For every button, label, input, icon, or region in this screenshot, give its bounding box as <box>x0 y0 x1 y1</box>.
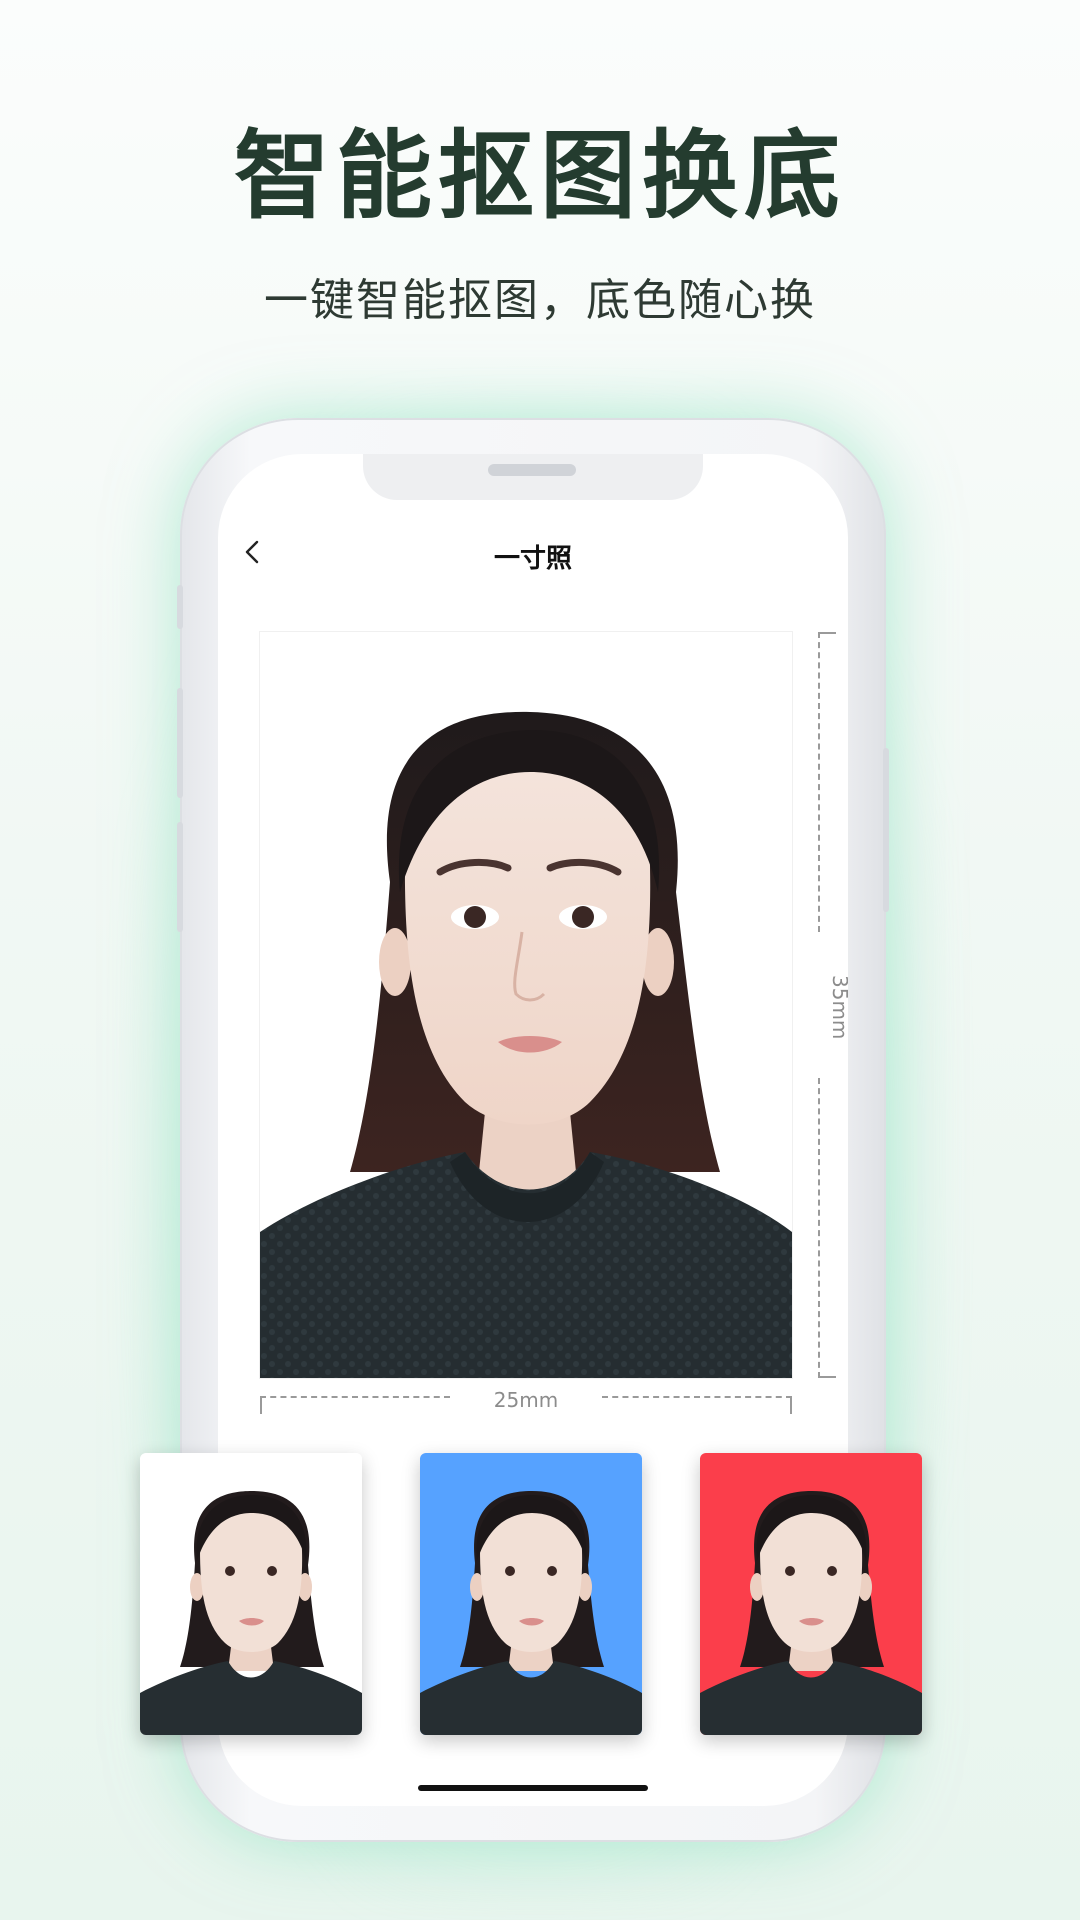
width-dimension-label: 25mm <box>493 1388 559 1412</box>
phone-mute-button <box>177 585 183 629</box>
phone-volume-up-button <box>177 688 183 798</box>
phone-notch <box>363 454 703 500</box>
thumbnail-white-background[interactable] <box>140 1453 362 1735</box>
phone-volume-down-button <box>177 822 183 932</box>
height-dimension-label: 35mm <box>828 975 848 1040</box>
promo-subline: 一键智能抠图，底色随心换 <box>264 275 816 326</box>
thumbnail-blue-background[interactable] <box>420 1453 642 1735</box>
home-indicator <box>418 1785 648 1791</box>
width-dimension-line: 25mm <box>260 1388 792 1418</box>
phone-speaker <box>488 464 576 476</box>
id-photo-preview <box>260 632 792 1378</box>
thumbnail-red-background[interactable] <box>700 1453 922 1735</box>
phone-power-button <box>883 748 889 912</box>
promo-headline: 智能抠图换底 <box>234 120 846 232</box>
nav-title: 一寸照 <box>493 544 572 574</box>
